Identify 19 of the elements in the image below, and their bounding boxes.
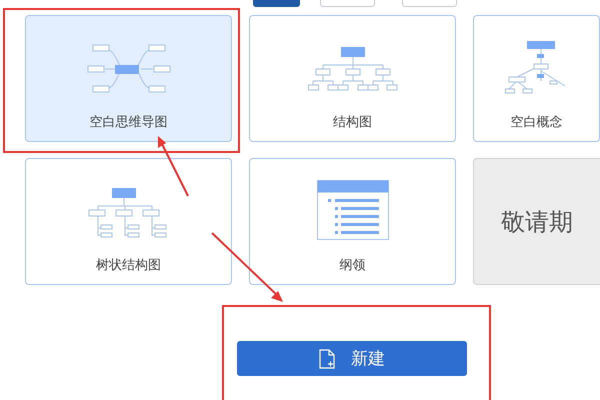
new-button[interactable]: 新建 <box>237 341 467 376</box>
template-card[interactable]: 空白思维导图 <box>25 15 232 142</box>
tab[interactable] <box>253 0 300 7</box>
template-label: 空白思维导图 <box>90 114 168 131</box>
template-label: 空白概念 <box>510 114 562 131</box>
new-file-icon <box>319 348 335 368</box>
tree-chart-icon <box>88 188 170 240</box>
template-card[interactable]: 纲领 <box>249 158 456 285</box>
annotation-arrow <box>158 136 189 196</box>
template-label: 树状结构图 <box>96 257 161 274</box>
template-card[interactable]: 结构图 <box>249 15 456 142</box>
template-label: 敬请期 <box>501 206 573 238</box>
template-label: 结构图 <box>333 114 372 131</box>
annotation-arrow <box>211 232 283 302</box>
template-card[interactable]: 敬请期 <box>473 158 600 285</box>
template-card[interactable]: 空白概念 <box>473 15 600 142</box>
template-label: 纲领 <box>340 257 366 274</box>
template-card[interactable]: 树状结构图 <box>25 158 232 285</box>
outline-list-icon <box>316 180 388 240</box>
